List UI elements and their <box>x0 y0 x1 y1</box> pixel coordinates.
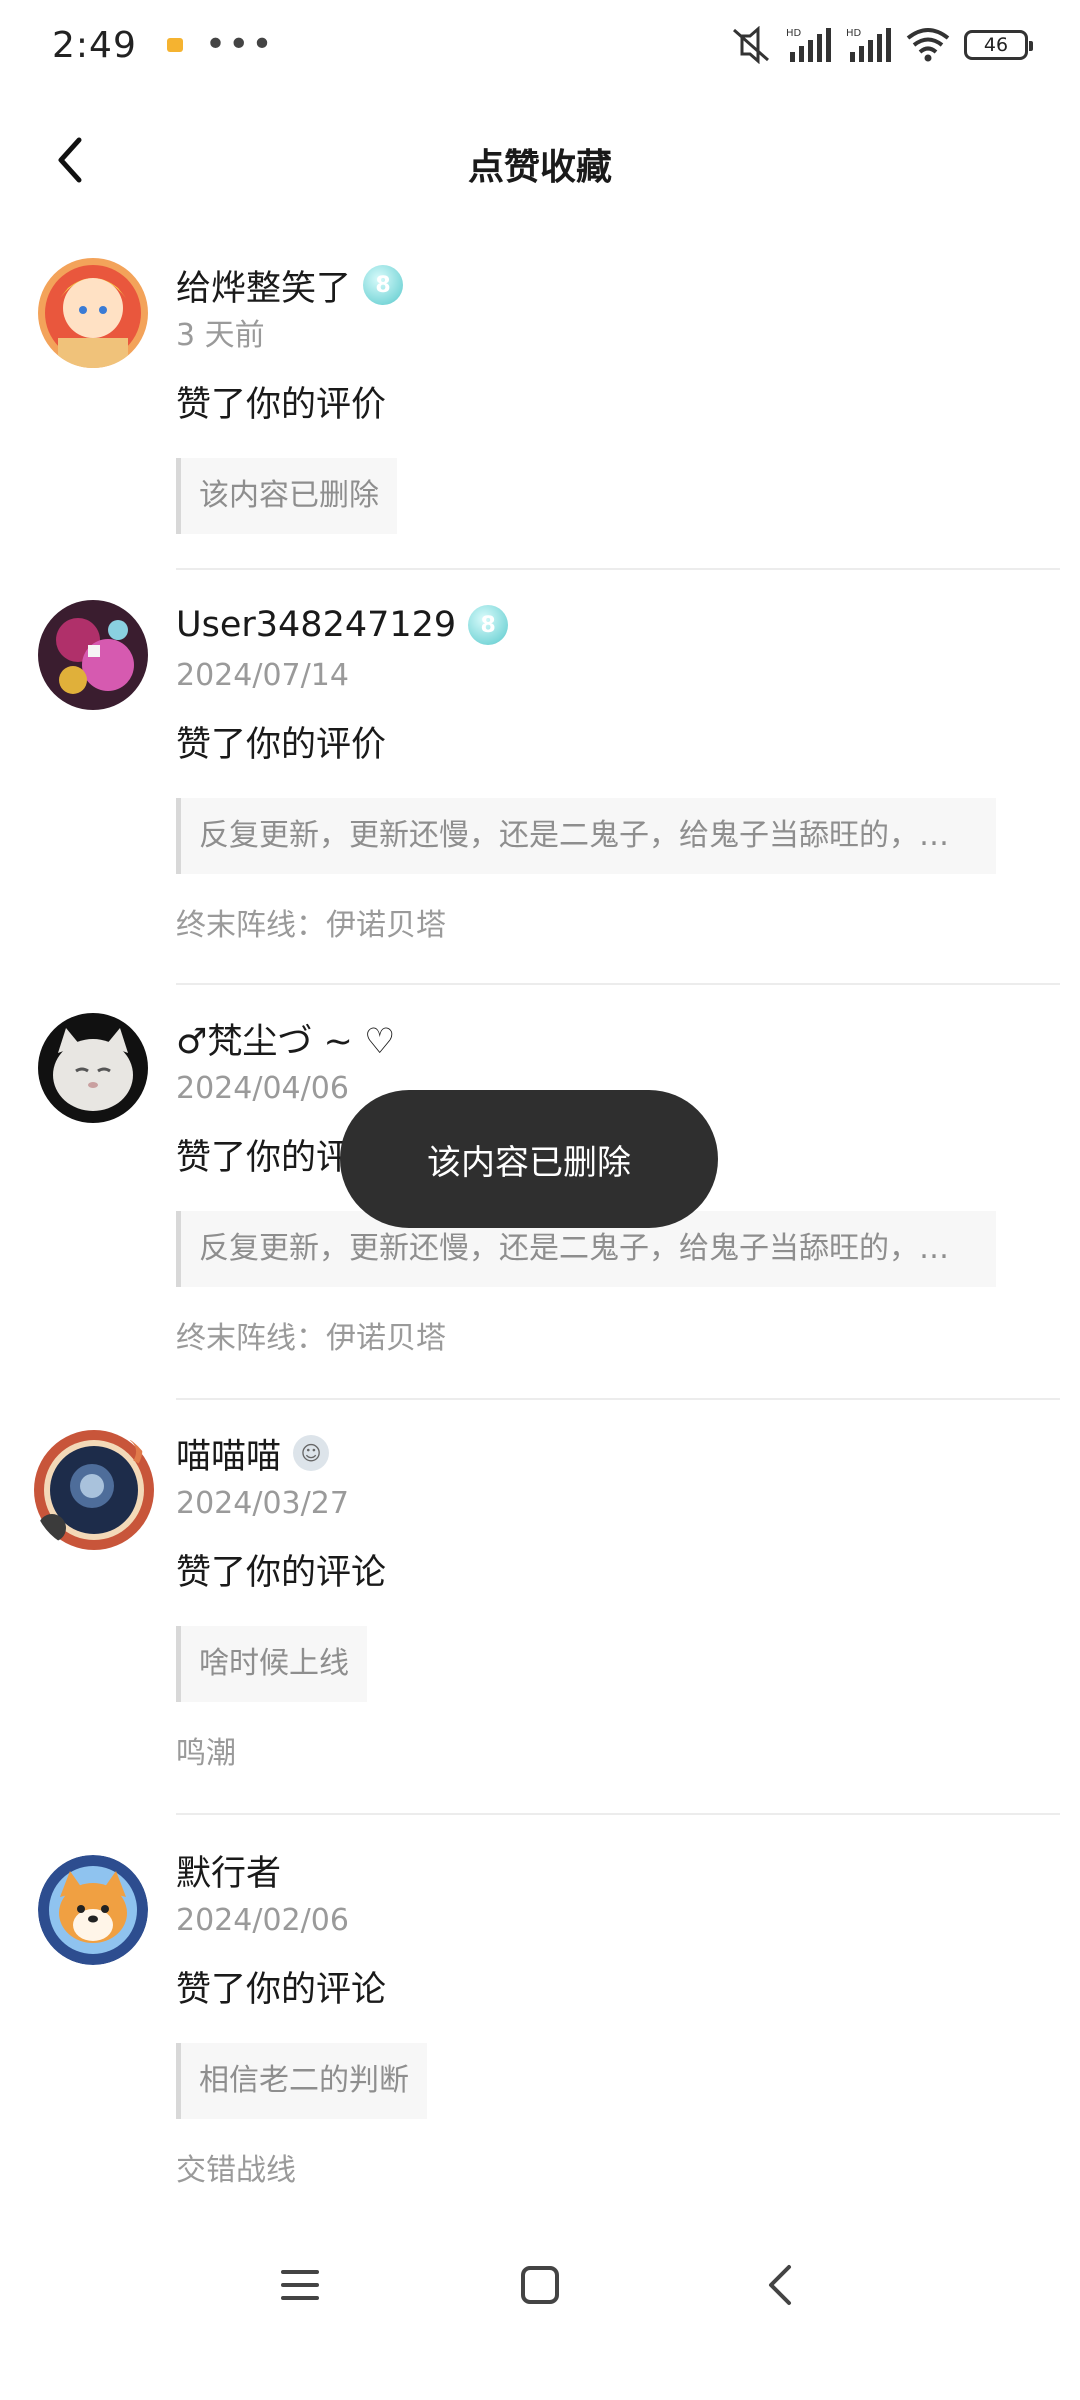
menu-button[interactable] <box>260 2245 340 2325</box>
level-badge-icon: 8 <box>363 265 404 305</box>
wifi-icon <box>906 28 950 62</box>
battery-icon: 46 <box>964 30 1033 60</box>
action-text: 赞了你的评论 <box>176 1553 387 1593</box>
list-item[interactable]: User348247129 8 2024/07/14 赞了你的评价 反复更新，更… <box>0 570 1080 985</box>
name-row: User348247129 8 <box>176 600 1060 650</box>
user-name[interactable]: 给烨整笑了 <box>176 260 351 311</box>
quoted-content[interactable]: 反复更新，更新还慢，还是二鬼子，给鬼子当舔旺的，倒… <box>176 798 996 874</box>
avatar-image <box>38 1013 148 1123</box>
quoted-content[interactable]: 相信老二的判断 <box>176 2043 427 2119</box>
user-name[interactable]: 喵喵喵 <box>176 1428 281 1479</box>
page-title: 点赞收藏 <box>467 147 612 188</box>
avatar[interactable] <box>38 600 148 710</box>
home-button[interactable] <box>500 2245 580 2325</box>
back-triangle-icon <box>769 2265 791 2305</box>
name-row: ♂梵尘づ ~ ♡ <box>176 1013 1060 1063</box>
item-content: 给烨整笑了 8 3 天前 赞了你的评价 该内容已删除 <box>176 260 1060 538</box>
avatar[interactable] <box>32 1428 156 1552</box>
name-row: 给烨整笑了 8 <box>176 260 1060 310</box>
game-name[interactable]: 终末阵线：伊诺贝塔 <box>176 900 1060 952</box>
signal-icon-2: HD <box>846 28 891 62</box>
level-badge-icon: 8 <box>468 605 509 645</box>
quoted-content[interactable]: 该内容已删除 <box>176 458 397 534</box>
timestamp: 2024/03/27 <box>176 1486 349 1521</box>
svg-text:HD: HD <box>786 28 802 39</box>
mute-icon <box>733 26 769 64</box>
avatar-image <box>38 1855 148 1965</box>
battery-level: 46 <box>983 34 1009 56</box>
avatar-image <box>38 258 148 368</box>
menu-icon <box>281 2270 319 2300</box>
name-row: 默行者 <box>176 1845 1060 1895</box>
item-content: 默行者 2024/02/06 赞了你的评论 相信老二的判断 交错战线 <box>176 1845 1060 2197</box>
game-name[interactable]: 交错战线 <box>176 2145 1060 2197</box>
timestamp: 2024/07/14 <box>176 658 349 693</box>
status-time: 2:49 <box>52 24 137 66</box>
avatar[interactable] <box>38 1855 148 1965</box>
action-text: 赞了你的评论 <box>176 1970 387 2010</box>
toast-message: 该内容已删除 <box>340 1090 718 1228</box>
list-item[interactable]: 喵喵喵 ☺ 2024/03/27 赞了你的评论 啥时候上线 鸣潮 <box>0 1400 1080 1815</box>
user-name[interactable]: ♂梵尘づ ~ ♡ <box>176 1013 395 1064</box>
name-row: 喵喵喵 ☺ <box>176 1428 1060 1478</box>
item-content: User348247129 8 2024/07/14 赞了你的评价 反复更新，更… <box>176 600 1060 952</box>
timestamp: 2024/02/06 <box>176 1903 349 1938</box>
home-square-icon <box>521 2266 559 2304</box>
status-bar: 2:49 ••• HD HD 46 <box>0 0 1080 90</box>
avatar-image <box>34 1430 154 1550</box>
status-icons: HD HD 46 <box>730 26 1033 64</box>
quoted-content[interactable]: 啥时候上线 <box>176 1626 367 1702</box>
screen: 2:49 ••• HD HD 46 点赞收藏 给烨整笑了 8 3 天前 赞了你的… <box>0 0 1080 2400</box>
notification-list: 给烨整笑了 8 3 天前 赞了你的评价 该内容已删除 User348247129… <box>0 230 1080 2230</box>
header: 点赞收藏 <box>0 100 1080 220</box>
navigation-bar <box>0 2230 1080 2340</box>
notification-icon <box>166 38 183 52</box>
game-name[interactable]: 鸣潮 <box>176 1728 1060 1780</box>
list-item[interactable]: 给烨整笑了 8 3 天前 赞了你的评价 该内容已删除 <box>0 230 1080 570</box>
signal-icon: HD <box>786 28 831 62</box>
svg-text:HD: HD <box>846 28 862 39</box>
emoji-badge-icon: ☺ <box>293 1435 330 1471</box>
nav-back-button[interactable] <box>740 2245 820 2325</box>
action-text: 赞了你的评价 <box>176 725 387 765</box>
avatar[interactable] <box>38 258 148 368</box>
action-text: 赞了你的评价 <box>176 385 387 425</box>
avatar-image <box>38 600 148 710</box>
user-name[interactable]: 默行者 <box>176 1845 281 1896</box>
user-name[interactable]: User348247129 <box>176 605 456 645</box>
list-item[interactable]: 默行者 2024/02/06 赞了你的评论 相信老二的判断 交错战线 <box>0 1815 1080 2230</box>
item-content: 喵喵喵 ☺ 2024/03/27 赞了你的评论 啥时候上线 鸣潮 <box>176 1428 1060 1780</box>
timestamp: 3 天前 <box>176 318 265 353</box>
more-notifications-icon: ••• <box>204 24 275 65</box>
avatar[interactable] <box>38 1013 148 1123</box>
game-name[interactable]: 终末阵线：伊诺贝塔 <box>176 1313 1060 1365</box>
